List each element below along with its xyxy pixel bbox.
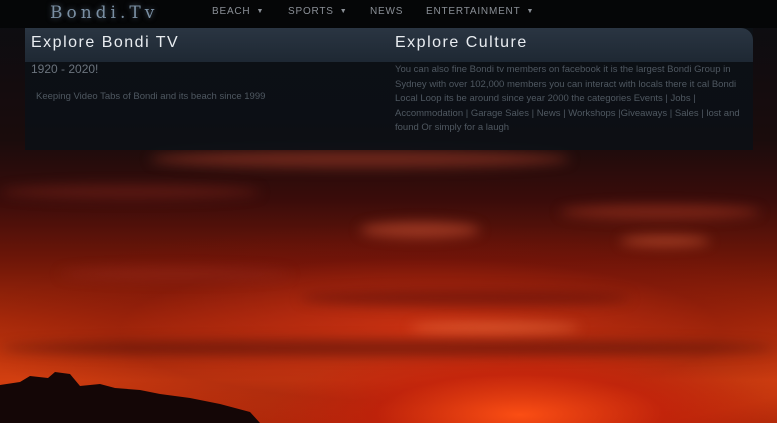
nav-item-beach[interactable]: BEACH ▼ (212, 6, 264, 17)
explore-culture-heading: Explore Culture (395, 34, 528, 51)
caret-down-icon: ▼ (526, 8, 535, 15)
nav-item-label: SPORTS (288, 6, 334, 17)
nav-item-label: BEACH (212, 6, 251, 17)
caret-down-icon: ▼ (256, 8, 265, 15)
caret-down-icon: ▼ (339, 8, 348, 15)
nav-item-label: ENTERTAINMENT (426, 6, 521, 17)
nav-item-sports[interactable]: SPORTS ▼ (288, 6, 347, 17)
site-logo[interactable]: Bondi.Tv (50, 3, 158, 23)
page: Bondi.Tv BEACH ▼ SPORTS ▼ NEWS ENTERTAINME… (0, 0, 777, 423)
culture-description: You can also fine Bondi tv members on fa… (395, 64, 740, 134)
tagline-text: Keeping Video Tabs of Bondi and its beac… (36, 91, 266, 102)
explore-bondi-heading: Explore Bondi TV (31, 34, 180, 51)
nav-item-label: NEWS (370, 6, 404, 17)
top-navbar: Bondi.Tv BEACH ▼ SPORTS ▼ NEWS ENTERTAINME… (0, 0, 777, 28)
years-text: 1920 - 2020! (31, 62, 99, 76)
nav-item-entertainment[interactable]: ENTERTAINMENT ▼ (426, 6, 534, 17)
nav-item-news[interactable]: NEWS (370, 6, 403, 17)
